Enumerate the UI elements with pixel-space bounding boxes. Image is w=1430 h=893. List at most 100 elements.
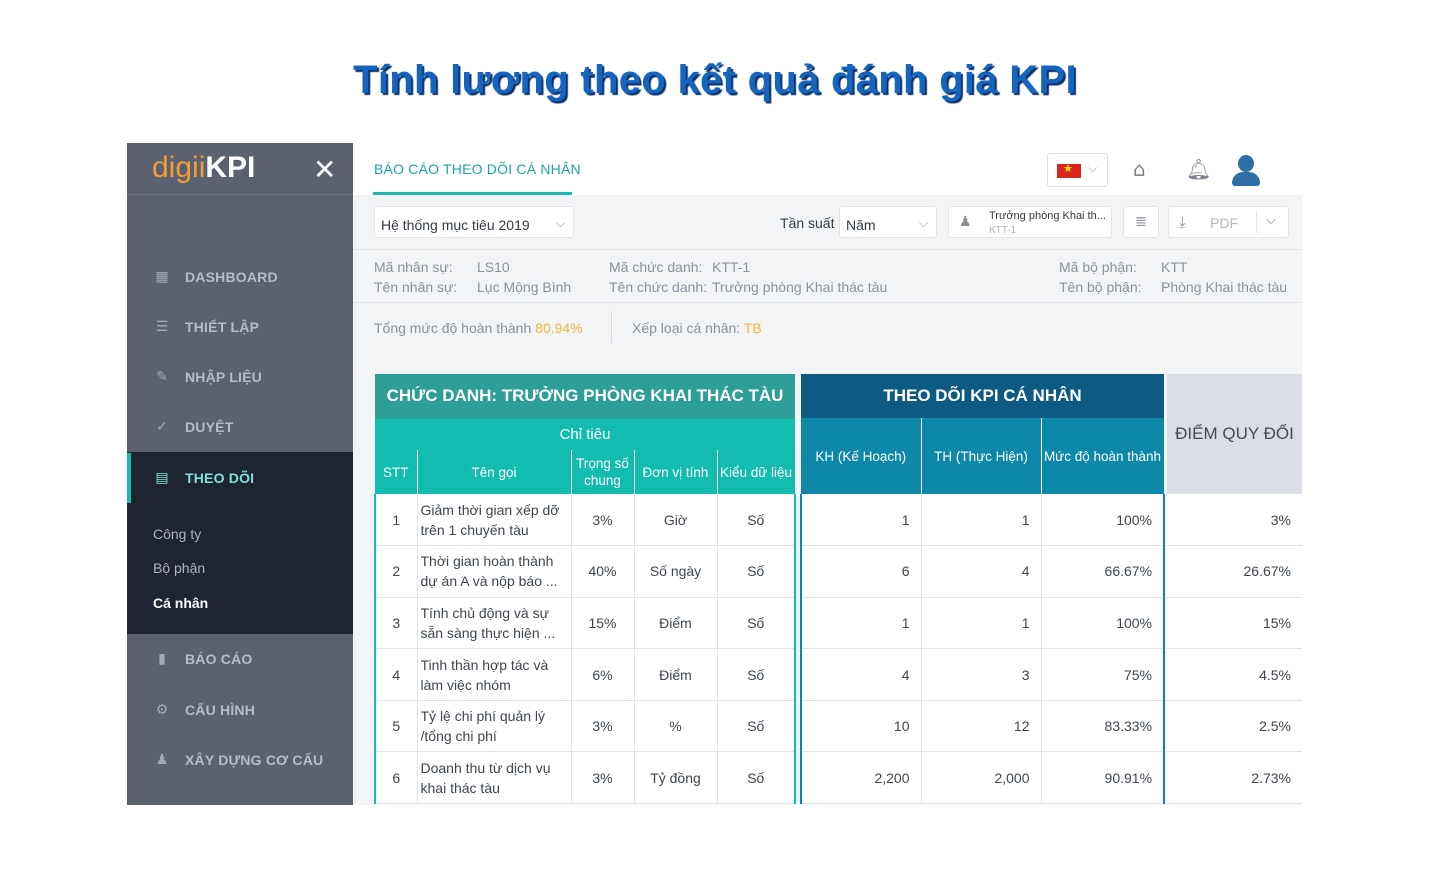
col-header-name[interactable]: Tên gọi — [417, 450, 572, 494]
bar-chart-icon: ▮ — [158, 651, 166, 667]
sidebar-item-data-entry[interactable]: ✎ NHẬP LIỆU — [127, 352, 353, 402]
cell-stt: 2 — [374, 545, 418, 598]
org-chart-icon: ♟ — [959, 214, 972, 230]
table-row[interactable]: 1 1 100% — [800, 494, 1166, 547]
table-row[interactable]: 4.5% — [1167, 648, 1302, 701]
cell-plan: 10 — [800, 700, 922, 753]
cell-plan: 2,200 — [800, 751, 922, 805]
dept-code-row: Mã bộ phận: KTT — [1059, 259, 1188, 275]
tab-personal-report[interactable]: BÁO CÁO THEO DÕI CÁ NHÂN — [374, 161, 581, 177]
cell-datatype: Số — [717, 648, 797, 701]
table-row[interactable]: 6 4 66.67% — [800, 545, 1166, 598]
cell-actual: 4 — [921, 545, 1042, 598]
table-row[interactable]: 1 1 100% — [800, 597, 1166, 650]
sidebar-item-approve[interactable]: ✓ DUYỆT — [127, 402, 353, 452]
cell-completion: 90.91% — [1041, 751, 1166, 805]
gear-icon: ⚙ — [155, 702, 169, 718]
employee-name-row: Tên nhân sự: Lục Mộng Bình — [374, 279, 572, 295]
sidebar-item-reports[interactable]: ▮ BÁO CÁO — [127, 634, 353, 684]
table-row[interactable]: 2 Thời gian hoàn thành dự án A và nộp báo … — [374, 545, 797, 598]
cell-actual: 1 — [921, 597, 1042, 650]
sidebar-item-config[interactable]: ⚙ CẤU HÌNH — [127, 685, 353, 735]
sidebar-subitem-individual[interactable]: Cá nhân — [153, 595, 208, 611]
table-row[interactable]: 3 Tính chủ động và sự sẵn sàng thực hiện .… — [374, 597, 797, 650]
cell-stt: 1 — [374, 494, 418, 547]
cell-plan: 1 — [800, 494, 922, 547]
language-selector[interactable]: ⌵ — [1047, 153, 1108, 187]
col-header-stt[interactable]: STT — [375, 450, 418, 494]
cell-stt: 4 — [374, 648, 418, 701]
sidebar-subitem-department[interactable]: Bộ phận — [153, 560, 205, 576]
logo[interactable]: digiiKPI — [152, 151, 255, 185]
table-row[interactable]: 4 3 75% — [800, 648, 1166, 701]
cell-actual: 1 — [921, 494, 1042, 547]
table-row[interactable]: 5 Tỷ lệ chi phí quản lý/tổng chi phí 3%% Số — [374, 700, 797, 753]
position-selector[interactable]: ♟ Trưởng phòng Khai th... KTT-1 — [948, 206, 1112, 238]
cell-datatype: Số — [717, 700, 797, 753]
completion-summary: Tổng mức độ hoàn thành 80.94% — [374, 320, 583, 336]
col-header-completion[interactable]: Mức độ hoàn thành — [1041, 418, 1165, 494]
table-row[interactable]: 26.67% — [1167, 545, 1302, 598]
table-row[interactable]: 2.5% — [1167, 700, 1302, 753]
cell-actual: 2,000 — [921, 751, 1042, 805]
table-row[interactable]: 1 Giảm thời gian xếp dỡ trên 1 chuyến tàu 3… — [374, 494, 797, 547]
chevron-down-icon: ⌵ — [918, 216, 928, 230]
sidebar-item-structure[interactable]: ♟ XÂY DỰNG CƠ CẤU — [127, 735, 353, 785]
converted-score-table: ĐIỂM QUY ĐỔI 3% 26.67% 15% 4.5% 2.5% 2.73% — [1167, 374, 1302, 805]
database-icon[interactable]: ≣ — [1123, 206, 1159, 238]
clipboard-icon: ▤ — [155, 470, 169, 486]
col-header-datatype[interactable]: Kiểu dữ liệu — [717, 450, 796, 494]
cell-unit: Điểm — [634, 648, 718, 701]
cell-weight: 3% — [571, 494, 635, 547]
sidebar-header: digiiKPI ✕ — [127, 143, 353, 195]
cell-weight: 40% — [571, 545, 635, 598]
vietnam-flag-icon — [1057, 162, 1081, 178]
cell-score: 3% — [1167, 494, 1302, 547]
table-row[interactable]: 15% — [1167, 597, 1302, 650]
app-window: digiiKPI ✕ ▦ DASHBOARD ☰ THIẾT LẬP ✎ NHẬ… — [127, 143, 1302, 805]
col-header-actual[interactable]: TH (Thực Hiện) — [921, 418, 1042, 494]
download-icon: ⤓ — [1179, 213, 1186, 231]
table-row[interactable]: 4 Tinh thần hợp tác và làm việc nhóm 6% Điểm… — [374, 648, 797, 701]
chevron-down-icon: ⌵ — [1088, 161, 1098, 175]
close-icon[interactable]: ✕ — [313, 153, 336, 186]
main-content: BÁO CÁO THEO DÕI CÁ NHÂN ⌵ ⌂ 🔔︎ Hệ thống… — [353, 143, 1302, 805]
cell-completion: 83.33% — [1041, 700, 1166, 753]
cell-name: Thời gian hoàn thành dự án A và nộp báo .… — [417, 545, 572, 598]
bell-icon[interactable]: 🔔︎ — [1186, 157, 1211, 181]
cell-weight: 3% — [571, 751, 635, 805]
col-header-unit[interactable]: Đơn vị tính — [634, 450, 718, 494]
sidebar-item-setup[interactable]: ☰ THIẾT LẬP — [127, 302, 353, 352]
title-code-row: Mã chức danh: KTT-1 — [609, 259, 751, 275]
cell-completion: 75% — [1041, 648, 1166, 701]
table-row[interactable]: 2,200 2,000 90.91% — [800, 751, 1166, 805]
frequency-select[interactable]: Năm ⌵ — [839, 206, 937, 238]
cell-datatype: Số — [717, 751, 797, 805]
sidebar-item-tracking[interactable]: ▤ THEO DÕI — [127, 453, 353, 503]
col-header-weight[interactable]: Trọng số chung — [571, 450, 635, 494]
cell-stt: 3 — [374, 597, 418, 650]
cell-plan: 1 — [800, 597, 922, 650]
cell-unit: Số ngày — [634, 545, 718, 598]
cell-weight: 6% — [571, 648, 635, 701]
table-row[interactable]: 10 12 83.33% — [800, 700, 1166, 753]
avatar[interactable] — [1230, 153, 1262, 187]
cell-name: Doanh thu từ dịch vụ khai thác tàu — [417, 751, 572, 805]
table-row[interactable]: 6 Doanh thu từ dịch vụ khai thác tàu 3% Tỷ đ… — [374, 751, 797, 805]
sidebar-item-dashboard[interactable]: ▦ DASHBOARD — [127, 252, 353, 302]
home-icon[interactable]: ⌂ — [1133, 157, 1146, 181]
cell-completion: 100% — [1041, 494, 1166, 547]
table-row[interactable]: 3% — [1167, 494, 1302, 547]
goal-system-select[interactable]: Hệ thống mục tiêu 2019 ⌵ — [374, 206, 574, 238]
cell-name: Tính chủ động và sự sẵn sàng thực hiện ..… — [417, 597, 572, 650]
cell-weight: 3% — [571, 700, 635, 753]
tab-underline — [373, 192, 572, 195]
chevron-down-icon[interactable]: ⌵ — [1266, 213, 1276, 228]
cell-unit: % — [634, 700, 718, 753]
col-header-plan[interactable]: KH (Kế Hoạch) — [801, 418, 922, 494]
table-row[interactable]: 2.73% — [1167, 751, 1302, 805]
dept-name-row: Tên bộ phận: Phòng Khai thác tàu — [1059, 279, 1288, 295]
export-pdf-button[interactable]: ⤓ PDF ⌵ — [1168, 206, 1289, 238]
sidebar-subitem-company[interactable]: Công ty — [153, 526, 201, 542]
cell-name: Tinh thần hợp tác và làm việc nhóm — [417, 648, 572, 701]
